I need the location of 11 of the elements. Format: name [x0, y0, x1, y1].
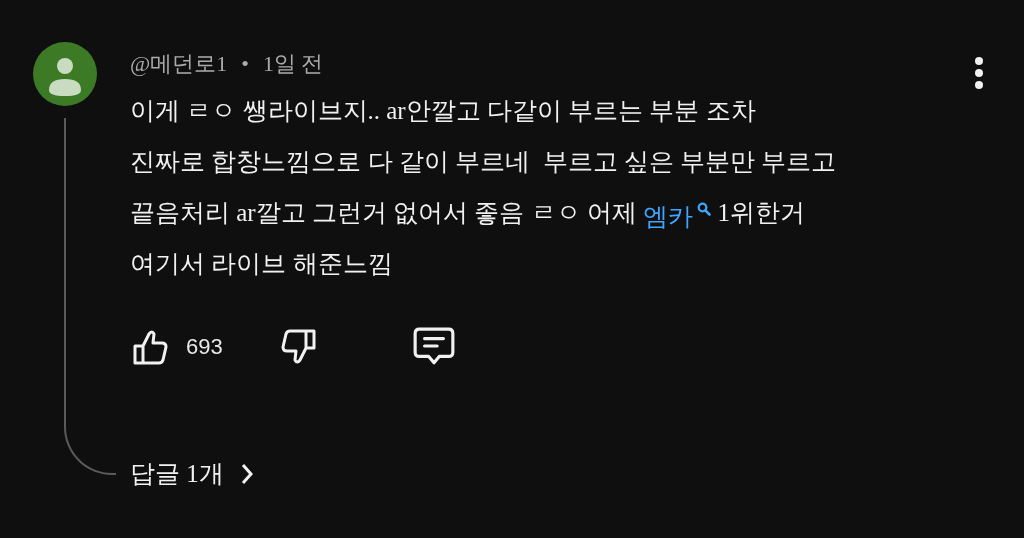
avatar-icon: [33, 42, 97, 106]
timestamp: 1일 전: [262, 50, 324, 78]
more-menu-icon[interactable]: [974, 57, 984, 89]
separator: •: [241, 50, 249, 78]
search-icon: [697, 202, 712, 216]
chevron-right-icon: [239, 461, 254, 486]
comment-text: 이게 ㄹㅇ 쌩라이브지.. ar안깔고 다같이 부르는 부분 조차 진짜로 합창느낌으로 다 같이 부르네 부르고 싶은 부분만 부르고 끝음처리 ar깔고 그런거 없어서 좋음 ㄹㅇ 어제 엠카 1위한거 여기서 라이브 해준느낌: [130, 96, 838, 279]
replies-button[interactable]: 답글 1개: [130, 457, 254, 490]
like-button[interactable]: 693: [130, 326, 223, 368]
search-link[interactable]: 엠카: [643, 200, 712, 234]
author-name[interactable]: @메던로1: [130, 49, 228, 79]
